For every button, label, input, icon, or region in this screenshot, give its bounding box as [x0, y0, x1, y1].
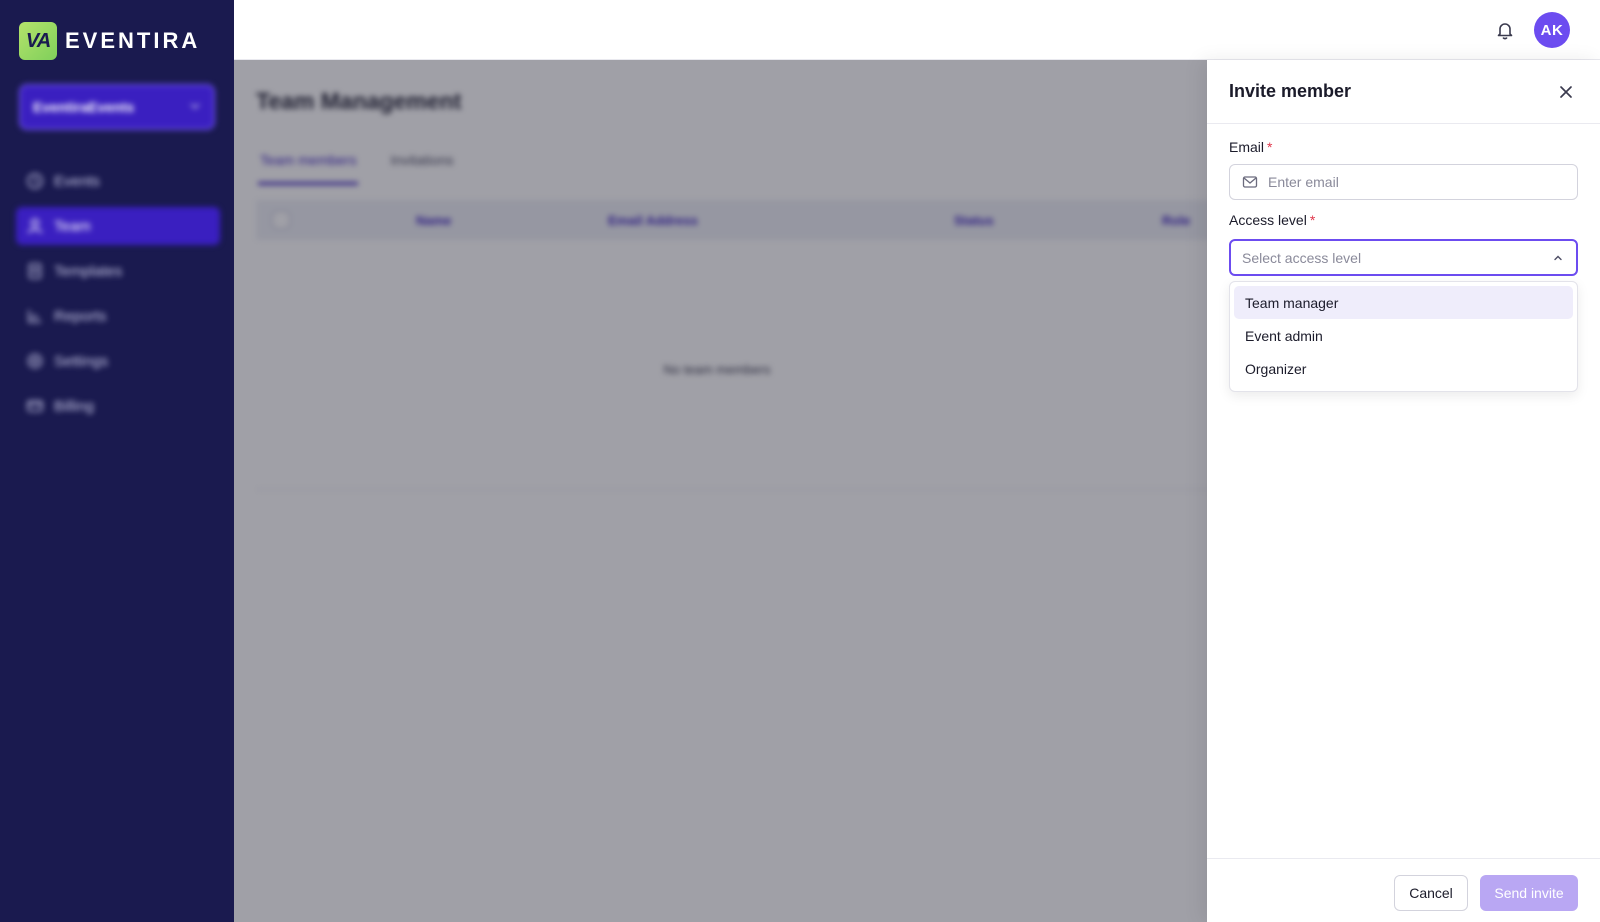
- access-level-placeholder: Select access level: [1242, 249, 1362, 266]
- close-button[interactable]: [1554, 80, 1578, 104]
- clock-icon: [26, 172, 44, 190]
- option-team-manager[interactable]: Team manager: [1234, 286, 1573, 319]
- sidebar-item-templates[interactable]: Templates: [16, 252, 220, 290]
- access-level-label-text: Access level: [1229, 212, 1307, 228]
- cancel-button[interactable]: Cancel: [1394, 875, 1468, 911]
- access-level-dropdown: Team manager Event admin Organizer: [1229, 281, 1578, 392]
- sidebar-item-settings[interactable]: Settings: [16, 342, 220, 380]
- user-icon: [26, 217, 44, 235]
- sidebar-item-events[interactable]: Events: [16, 162, 220, 200]
- brand-name: EVENTIRA: [65, 28, 201, 53]
- document-icon: [26, 262, 44, 280]
- chart-icon: [26, 307, 44, 325]
- sidebar-item-label: Billing: [54, 397, 95, 415]
- sidebar-item-label: Team: [54, 217, 91, 235]
- drawer-title: Invite member: [1229, 81, 1352, 101]
- sidebar-item-label: Events: [54, 172, 100, 190]
- option-organizer[interactable]: Organizer: [1234, 352, 1573, 385]
- bell-icon[interactable]: [1494, 19, 1516, 41]
- workspace-name: EventiraEvents: [33, 99, 135, 115]
- chevron-up-icon: [1554, 255, 1562, 260]
- card-icon: [26, 397, 44, 415]
- option-event-admin[interactable]: Event admin: [1234, 319, 1573, 352]
- drawer-header: Invite member: [1207, 60, 1600, 124]
- brand-logo[interactable]: VA EVENTIRA: [19, 22, 200, 60]
- required-mark: *: [1309, 212, 1316, 228]
- drawer-footer: Cancel Send invite: [1207, 858, 1600, 922]
- mail-icon: [1242, 176, 1258, 188]
- avatar[interactable]: AK: [1534, 12, 1570, 48]
- sidebar-item-label: Templates: [54, 262, 123, 280]
- sidebar-item-label: Reports: [54, 307, 107, 325]
- logo-mark: VA: [19, 22, 57, 60]
- sidebar-item-reports[interactable]: Reports: [16, 297, 220, 335]
- email-field[interactable]: [1229, 164, 1578, 200]
- sidebar-item-label: Settings: [54, 352, 109, 370]
- send-invite-button[interactable]: Send invite: [1480, 875, 1578, 911]
- email-label: Email *: [1229, 139, 1272, 155]
- email-input[interactable]: [1268, 174, 1568, 190]
- sidebar-nav: Events Team Templates Reports Settings B…: [16, 162, 220, 432]
- access-level-select[interactable]: Select access level: [1229, 239, 1578, 276]
- sidebar: VA EVENTIRA EventiraEvents Events Team T…: [0, 0, 234, 922]
- sidebar-item-team[interactable]: Team: [16, 207, 220, 245]
- close-icon: [1560, 85, 1572, 98]
- workspace-switcher[interactable]: EventiraEvents: [19, 84, 215, 130]
- chevron-down-icon: [189, 99, 201, 115]
- required-mark: *: [1267, 139, 1273, 155]
- top-bar: AK: [234, 0, 1600, 60]
- email-label-text: Email: [1229, 139, 1265, 155]
- gear-icon: [26, 352, 44, 370]
- invite-member-drawer: Invite member Email* Access level* Selec…: [1207, 60, 1600, 922]
- access-level-label: Access level *: [1229, 212, 1315, 228]
- sidebar-item-billing[interactable]: Billing: [16, 387, 220, 425]
